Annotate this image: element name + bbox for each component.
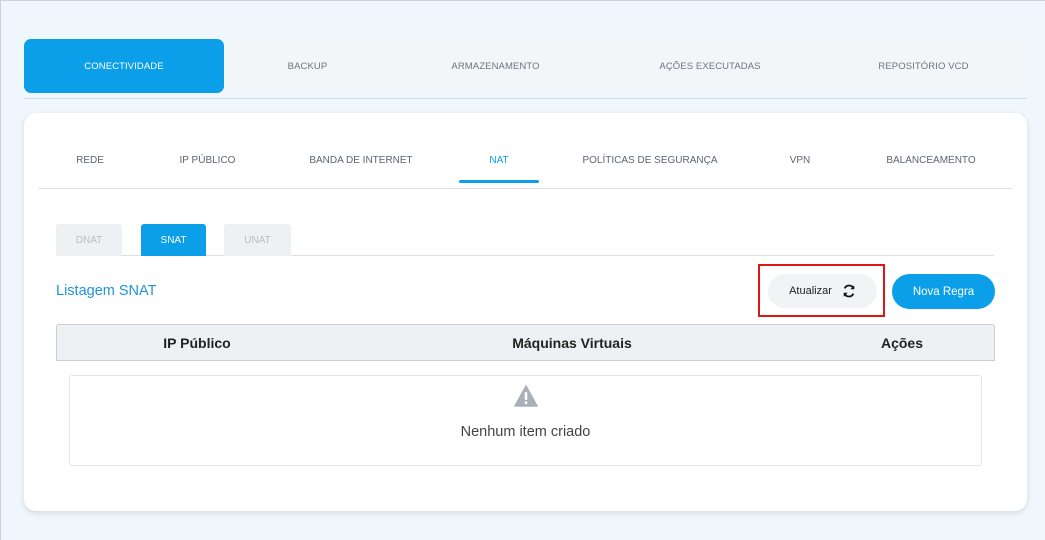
tab-conectividade[interactable]: CONECTIVIDADE [24, 39, 224, 93]
new-rule-button[interactable]: Nova Regra [892, 274, 995, 309]
tab-armazenamento[interactable]: ARMAZENAMENTO [391, 39, 600, 93]
sub-tab-divider [38, 188, 1013, 189]
nat-tab-snat[interactable]: SNAT [141, 224, 206, 256]
sub-tab-nat-label: NAT [489, 155, 509, 166]
sub-tab-balanceamento[interactable]: BALANCEAMENTO [876, 133, 986, 188]
sub-tab-rede[interactable]: REDE [38, 133, 142, 188]
refresh-highlight-box: Atualizar [758, 264, 885, 317]
sub-tab-nat[interactable]: NAT [459, 133, 539, 188]
refresh-button-label: Atualizar [789, 285, 832, 297]
tab-acoes-executadas[interactable]: AÇÕES EXECUTADAS [600, 39, 820, 93]
top-tab-divider [24, 98, 1027, 99]
column-maquinas-virtuais[interactable]: Máquinas Virtuais [442, 325, 702, 360]
column-acoes[interactable]: Ações [847, 325, 957, 360]
nat-type-tabs: DNAT SNAT UNAT [56, 224, 994, 256]
content-card: REDE IP PÚBLICO BANDA DE INTERNET NAT PO… [24, 113, 1027, 511]
tab-repositorio-vcd[interactable]: REPOSITÓRIO VCD [820, 39, 1027, 93]
refresh-icon [843, 284, 855, 298]
sub-tab-ip-publico[interactable]: IP PÚBLICO [155, 133, 260, 188]
sub-tab-politicas-de-seguranca[interactable]: POLÍTICAS DE SEGURANÇA [577, 133, 723, 188]
top-tab-bar: CONECTIVIDADE BACKUP ARMAZENAMENTO AÇÕES… [24, 39, 1027, 93]
active-tab-underline [459, 180, 539, 183]
sub-tab-bar: REDE IP PÚBLICO BANDA DE INTERNET NAT PO… [38, 133, 1013, 188]
refresh-button[interactable]: Atualizar [768, 274, 877, 308]
nat-tab-unat[interactable]: UNAT [224, 224, 291, 256]
nat-tab-dnat[interactable]: DNAT [56, 224, 122, 256]
column-ip-publico[interactable]: IP Público [97, 325, 297, 360]
empty-state: Nenhum item criado [69, 375, 982, 466]
table-header: IP Público Máquinas Virtuais Ações [56, 324, 995, 361]
empty-message: Nenhum item criado [460, 424, 591, 440]
warning-triangle-icon [514, 385, 538, 407]
list-title: Listagem SNAT [56, 283, 157, 299]
sub-tab-vpn[interactable]: VPN [765, 133, 835, 188]
sub-tab-banda-de-internet[interactable]: BANDA DE INTERNET [300, 133, 422, 188]
tab-backup[interactable]: BACKUP [224, 39, 391, 93]
